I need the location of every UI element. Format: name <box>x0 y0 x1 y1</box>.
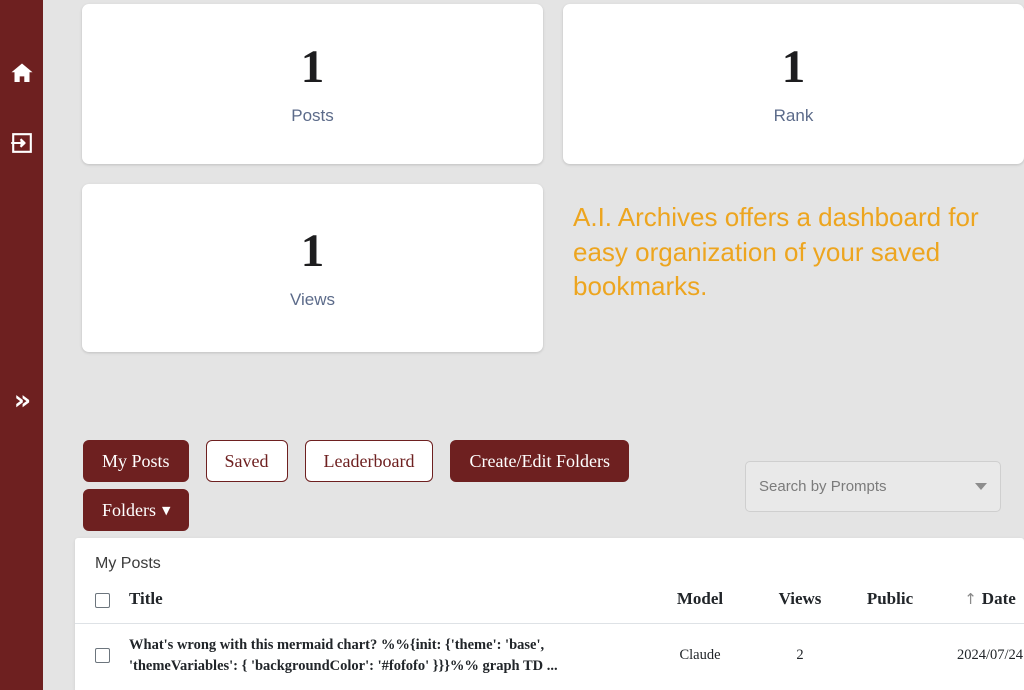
table-row[interactable]: What's wrong with this mermaid chart? %%… <box>75 624 1024 688</box>
folders-label: Folders <box>102 500 156 520</box>
leaderboard-button[interactable]: Leaderboard <box>304 440 434 482</box>
row-select-cell <box>75 624 125 688</box>
home-icon <box>9 61 35 90</box>
toolbar: My Posts Saved Leaderboard Create/Edit F… <box>83 440 703 538</box>
sidebar-item-login[interactable] <box>0 128 43 162</box>
sidebar: » <box>0 0 43 690</box>
row-checkbox[interactable] <box>95 648 110 664</box>
cell-model: Claude <box>679 647 721 664</box>
table-header-row: Title Model Views Public ↑ Date <box>75 573 1024 624</box>
toolbar-row-secondary: Folders ▼ <box>83 489 703 531</box>
column-header-date[interactable]: ↑ Date <box>935 573 1024 624</box>
sidebar-item-home[interactable] <box>0 58 43 92</box>
column-header-public[interactable]: Public <box>845 573 935 624</box>
sidebar-expand-button[interactable]: » <box>0 383 43 417</box>
search-input[interactable]: Search by Prompts <box>759 478 975 495</box>
select-all-checkbox[interactable] <box>95 592 110 608</box>
stat-value-rank: 1 <box>781 41 806 93</box>
sort-ascending-icon: ↑ <box>964 590 977 608</box>
cell-date: 2024/07/24 <box>956 647 1024 664</box>
create-edit-folders-button[interactable]: Create/Edit Folders <box>450 440 629 482</box>
stat-value-posts: 1 <box>300 41 325 93</box>
column-header-title[interactable]: Title <box>125 573 645 624</box>
saved-button[interactable]: Saved <box>205 440 288 482</box>
column-header-date-label: Date <box>981 589 1016 608</box>
double-chevron-right-icon: » <box>13 384 32 416</box>
stat-card-rank: 1 Rank <box>563 4 1024 164</box>
stat-card-views: 1 Views <box>82 184 543 352</box>
tagline-text: A.I. Archives offers a dashboard for eas… <box>573 202 979 302</box>
chevron-down-icon <box>975 483 987 490</box>
column-header-model[interactable]: Model <box>645 573 755 624</box>
posts-table-panel: My Posts Title Model Views Public ↑Date <box>75 538 1024 690</box>
search-prompts-select[interactable]: Search by Prompts <box>745 461 1001 512</box>
cell-views: 2 <box>796 647 804 664</box>
stat-value-views: 1 <box>300 225 325 277</box>
folders-dropdown-button[interactable]: Folders ▼ <box>83 489 190 531</box>
login-icon <box>10 131 34 160</box>
column-header-views[interactable]: Views <box>755 573 845 624</box>
main-content: 1 Posts 1 Rank 1 Views A.I. Archives off… <box>43 0 1024 690</box>
table-head: Title Model Views Public ↑ Date <box>75 573 1024 624</box>
cell-public <box>845 624 935 688</box>
my-posts-button[interactable]: My Posts <box>83 440 189 482</box>
chevron-down-icon: ▼ <box>162 504 171 517</box>
toolbar-row-primary: My Posts Saved Leaderboard Create/Edit F… <box>83 440 703 482</box>
stat-label-posts: Posts <box>291 106 334 125</box>
stat-label-rank: Rank <box>773 106 814 125</box>
cell-title[interactable]: What's wrong with this mermaid chart? %%… <box>125 624 645 688</box>
stat-card-posts: 1 Posts <box>82 4 543 164</box>
stat-label-views: Views <box>289 290 336 309</box>
table-caption: My Posts <box>95 555 161 572</box>
select-all-header <box>75 573 125 624</box>
posts-table: Title Model Views Public ↑ Date What's wr… <box>75 573 1024 687</box>
table-body: What's wrong with this mermaid chart? %%… <box>75 624 1024 688</box>
